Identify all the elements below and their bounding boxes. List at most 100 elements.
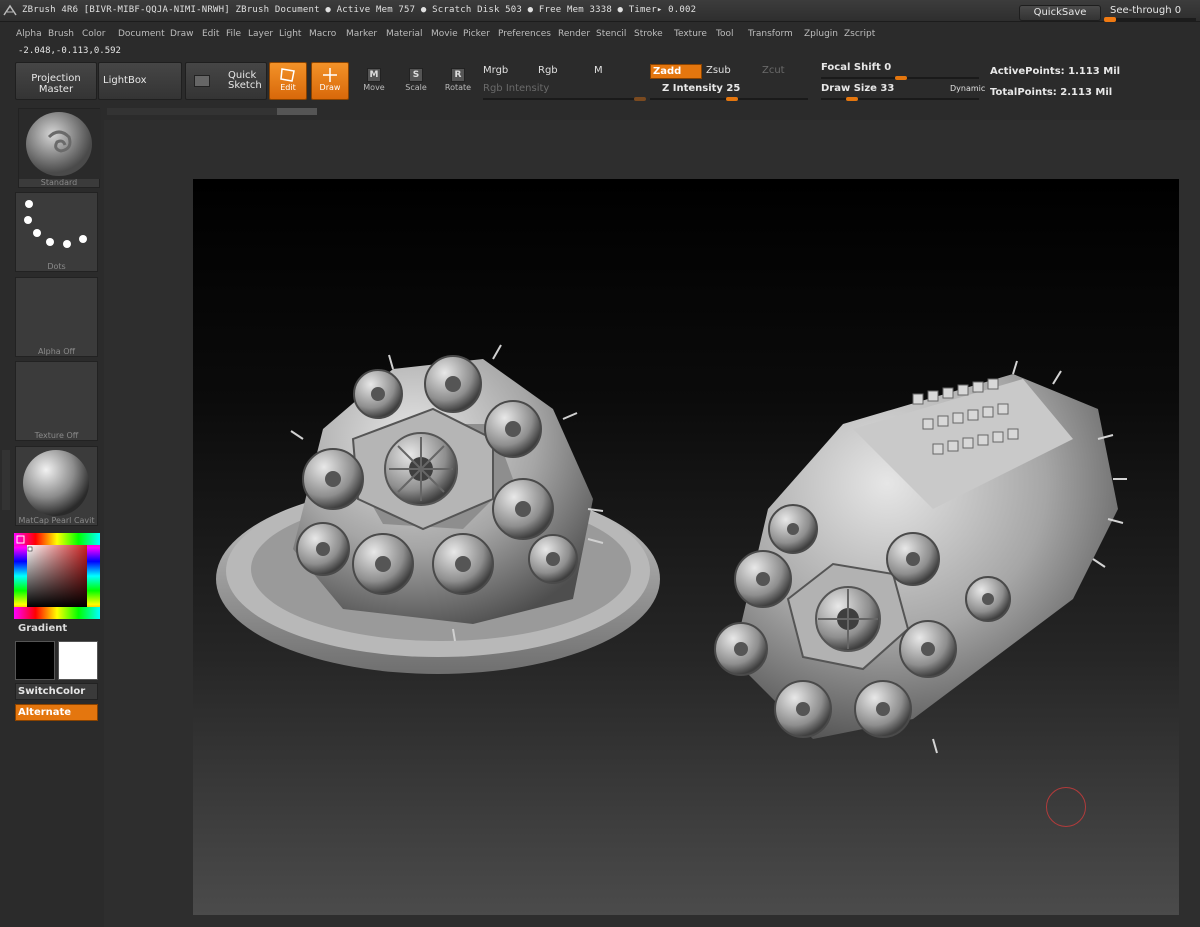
mrgb-button[interactable]: Mrgb [483, 65, 508, 76]
switch-color-button[interactable]: SwitchColor [15, 683, 98, 700]
scale-icon: S [409, 68, 423, 82]
rgb-intensity-knob[interactable] [634, 97, 646, 101]
menu-material[interactable]: Material [386, 29, 423, 39]
menu-file[interactable]: File [226, 29, 241, 39]
stroke-selector[interactable]: Dots [15, 192, 98, 272]
draw-size-slider[interactable]: Draw Size 33 [821, 83, 894, 94]
dots-stroke-icon [24, 200, 87, 248]
alpha-selector[interactable]: Alpha Off [15, 277, 98, 357]
color-picker[interactable] [14, 533, 100, 619]
texture-name: Texture Off [34, 431, 79, 440]
edit-button[interactable]: Edit [269, 62, 307, 100]
menu-picker[interactable]: Picker [463, 29, 490, 39]
rotate-label: Rotate [444, 83, 472, 92]
quick-sketch-label: Quick Sketch [228, 70, 262, 91]
dynamic-toggle[interactable]: Dynamic [950, 84, 985, 93]
zcut-button[interactable]: Zcut [762, 65, 785, 76]
menu-light[interactable]: Light [279, 29, 301, 39]
horizontal-scrollbar[interactable] [107, 108, 317, 115]
menu-draw[interactable]: Draw [170, 29, 194, 39]
material-selector[interactable]: MatCap Pearl Cavit [15, 446, 98, 526]
edit-icon [280, 68, 295, 82]
z-intensity-slider[interactable]: Z Intensity 25 [662, 83, 740, 94]
color-picker-graphic [14, 533, 100, 619]
see-through-label: See-through 0 [1110, 5, 1182, 16]
menu-texture[interactable]: Texture [674, 29, 707, 39]
quick-sketch-icon [194, 75, 210, 87]
see-through-slider[interactable]: See-through 0 [1104, 4, 1196, 22]
lightbox-button[interactable]: LightBox [98, 62, 182, 100]
menu-zplugin[interactable]: Zplugin [804, 29, 838, 39]
focal-shift-knob[interactable] [895, 76, 907, 80]
scale-button[interactable]: S Scale [398, 62, 434, 98]
menu-preferences[interactable]: Preferences [498, 29, 551, 39]
quick-sketch-button[interactable]: Quick Sketch [185, 62, 267, 100]
gradient-label[interactable]: Gradient [18, 623, 67, 634]
projection-master-label: Projection Master [31, 73, 81, 95]
matcap-sphere-icon [23, 450, 89, 516]
scrollbar-thumb[interactable] [277, 108, 317, 115]
rgb-intensity-slider[interactable]: Rgb Intensity [483, 83, 549, 94]
menu-document[interactable]: Document [118, 29, 165, 39]
cursor-coordinates: -2.048,-0.113,0.592 [18, 46, 121, 56]
menu-alpha[interactable]: Alpha [16, 29, 42, 39]
rgb-button[interactable]: Rgb [538, 65, 558, 76]
left-sculpt-model [216, 344, 660, 674]
menu-render[interactable]: Render [558, 29, 590, 39]
rgb-intensity-track [483, 98, 645, 100]
secondary-color-swatch[interactable] [58, 641, 98, 680]
draw-icon [323, 68, 337, 82]
menu-transform[interactable]: Transform [748, 29, 793, 39]
move-icon: M [367, 68, 381, 82]
texture-selector[interactable]: Texture Off [15, 361, 98, 441]
menu-layer[interactable]: Layer [248, 29, 273, 39]
menu-stencil[interactable]: Stencil [596, 29, 626, 39]
brush-name: Standard [40, 178, 78, 187]
menu-tool[interactable]: Tool [716, 29, 733, 39]
stroke-name: Dots [47, 262, 66, 271]
menu-zscript[interactable]: Zscript [844, 29, 875, 39]
move-label: Move [363, 83, 385, 92]
alternate-button[interactable]: Alternate [15, 704, 98, 721]
zadd-button[interactable]: Zadd [650, 64, 702, 79]
main-color-swatch[interactable] [15, 641, 55, 680]
rotate-icon: R [451, 68, 465, 82]
window-title: ZBrush 4R6 [BIVR-MIBF-QQJA-NIMI-NRWH] ZB… [22, 5, 697, 15]
menu-edit[interactable]: Edit [202, 29, 219, 39]
edit-label: Edit [280, 83, 296, 92]
zbrush-canvas[interactable] [193, 179, 1179, 915]
projection-master-button[interactable]: Projection Master [15, 62, 97, 100]
menu-marker[interactable]: Marker [346, 29, 377, 39]
left-tray-handle[interactable] [2, 450, 10, 510]
zbrush-logo-icon [3, 4, 17, 16]
total-points-readout: TotalPoints: 2.113 Mil [990, 87, 1113, 98]
title-bar: ZBrush 4R6 [BIVR-MIBF-QQJA-NIMI-NRWH] ZB… [0, 0, 1200, 22]
move-button[interactable]: M Move [356, 62, 392, 98]
draw-button[interactable]: Draw [311, 62, 349, 100]
menu-movie[interactable]: Movie [431, 29, 458, 39]
focal-shift-slider[interactable]: Focal Shift 0 [821, 62, 891, 73]
alpha-name: Alpha Off [37, 347, 76, 356]
z-intensity-knob[interactable] [726, 97, 738, 101]
standard-brush-icon [19, 109, 101, 179]
brush-selector[interactable]: Standard [18, 108, 101, 188]
quicksave-button[interactable]: QuickSave [1019, 5, 1101, 21]
sculpt-viewport [216, 344, 1127, 754]
active-points-readout: ActivePoints: 1.113 Mil [990, 66, 1121, 77]
rotate-button[interactable]: R Rotate [440, 62, 476, 98]
menu-color[interactable]: Color [82, 29, 106, 39]
m-button[interactable]: M [594, 65, 603, 76]
zsub-button[interactable]: Zsub [706, 65, 731, 76]
draw-label: Draw [319, 83, 341, 92]
right-sculpt-model [714, 360, 1127, 754]
draw-size-knob[interactable] [846, 97, 858, 101]
see-through-track [1104, 18, 1196, 21]
menu-macro[interactable]: Macro [309, 29, 336, 39]
material-name: MatCap Pearl Cavit [18, 516, 95, 525]
menu-bar: Alpha Brush Color Document Draw Edit Fil… [0, 26, 1200, 42]
draw-size-track [821, 98, 979, 100]
brush-cursor-ring [1046, 787, 1086, 827]
menu-stroke[interactable]: Stroke [634, 29, 663, 39]
see-through-knob[interactable] [1104, 17, 1116, 22]
menu-brush[interactable]: Brush [48, 29, 74, 39]
